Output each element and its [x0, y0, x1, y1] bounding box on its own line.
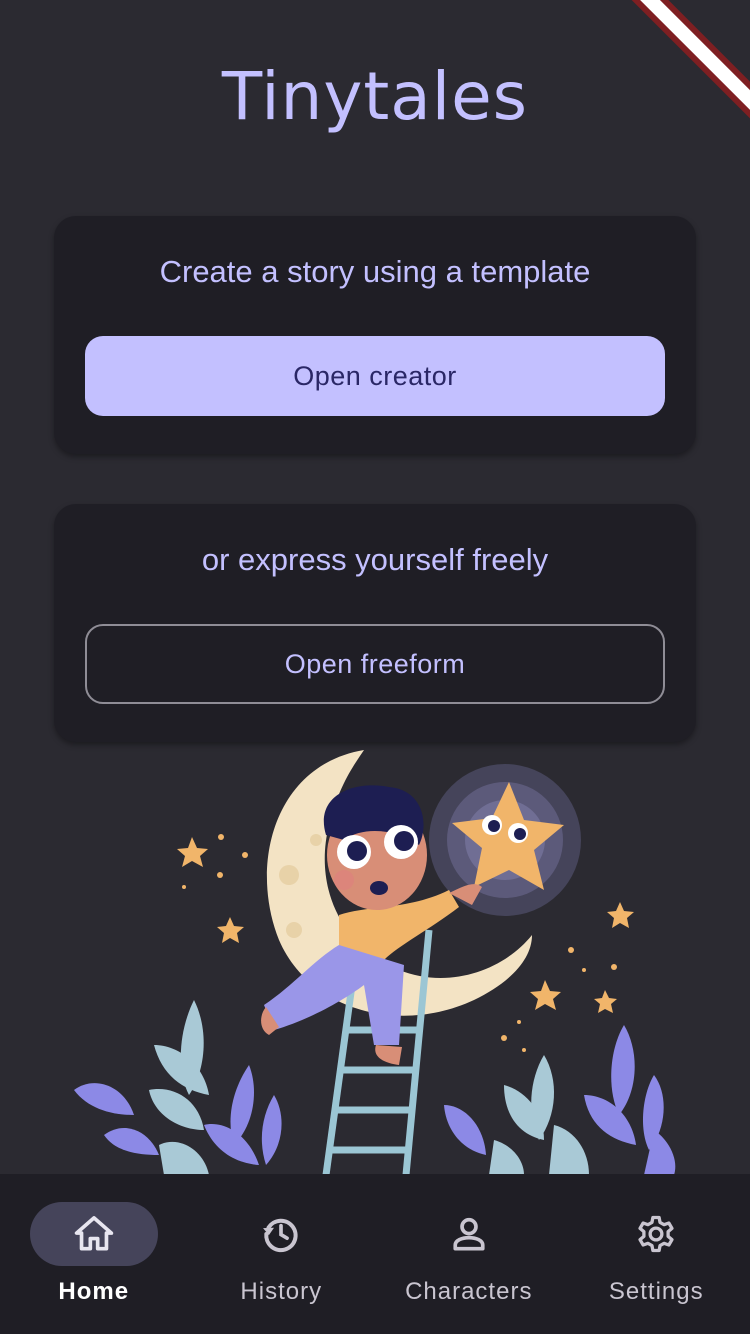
nav-pill-characters [405, 1202, 533, 1266]
nav-item-characters[interactable]: Characters [375, 1174, 563, 1334]
nav-label-settings: Settings [608, 1278, 704, 1305]
home-icon [74, 1216, 113, 1251]
gear-icon [638, 1215, 674, 1253]
nav-label-history: History [240, 1278, 323, 1305]
child-moon-star-illustration [74, 750, 676, 1175]
open-creator-button[interactable]: Open creator [85, 336, 665, 416]
freeform-card: or express yourself freely Open freeform [54, 504, 696, 742]
nav-pill-home [29, 1202, 158, 1266]
history-icon [263, 1218, 298, 1253]
nav-item-settings[interactable]: Settings [563, 1174, 750, 1334]
nav-pill-settings [592, 1202, 720, 1266]
template-card-heading: Create a story using a template [159, 254, 591, 289]
person-icon [453, 1217, 485, 1251]
nav-label-home: Home [58, 1278, 130, 1305]
hero-illustration [54, 745, 696, 1175]
open-freeform-button[interactable]: Open freeform [85, 624, 665, 704]
nav-pill-history [217, 1202, 345, 1266]
nav-label-characters: Characters [405, 1278, 533, 1305]
nav-item-history[interactable]: History [188, 1174, 376, 1334]
template-card: Create a story using a template Open cre… [54, 216, 696, 454]
freeform-card-heading: or express yourself freely [201, 542, 549, 577]
nav-item-home[interactable]: Home [0, 1174, 188, 1334]
bottom-navigation: Home History Characters Settings [0, 1174, 750, 1334]
app-title: Tinytales [221, 58, 529, 135]
